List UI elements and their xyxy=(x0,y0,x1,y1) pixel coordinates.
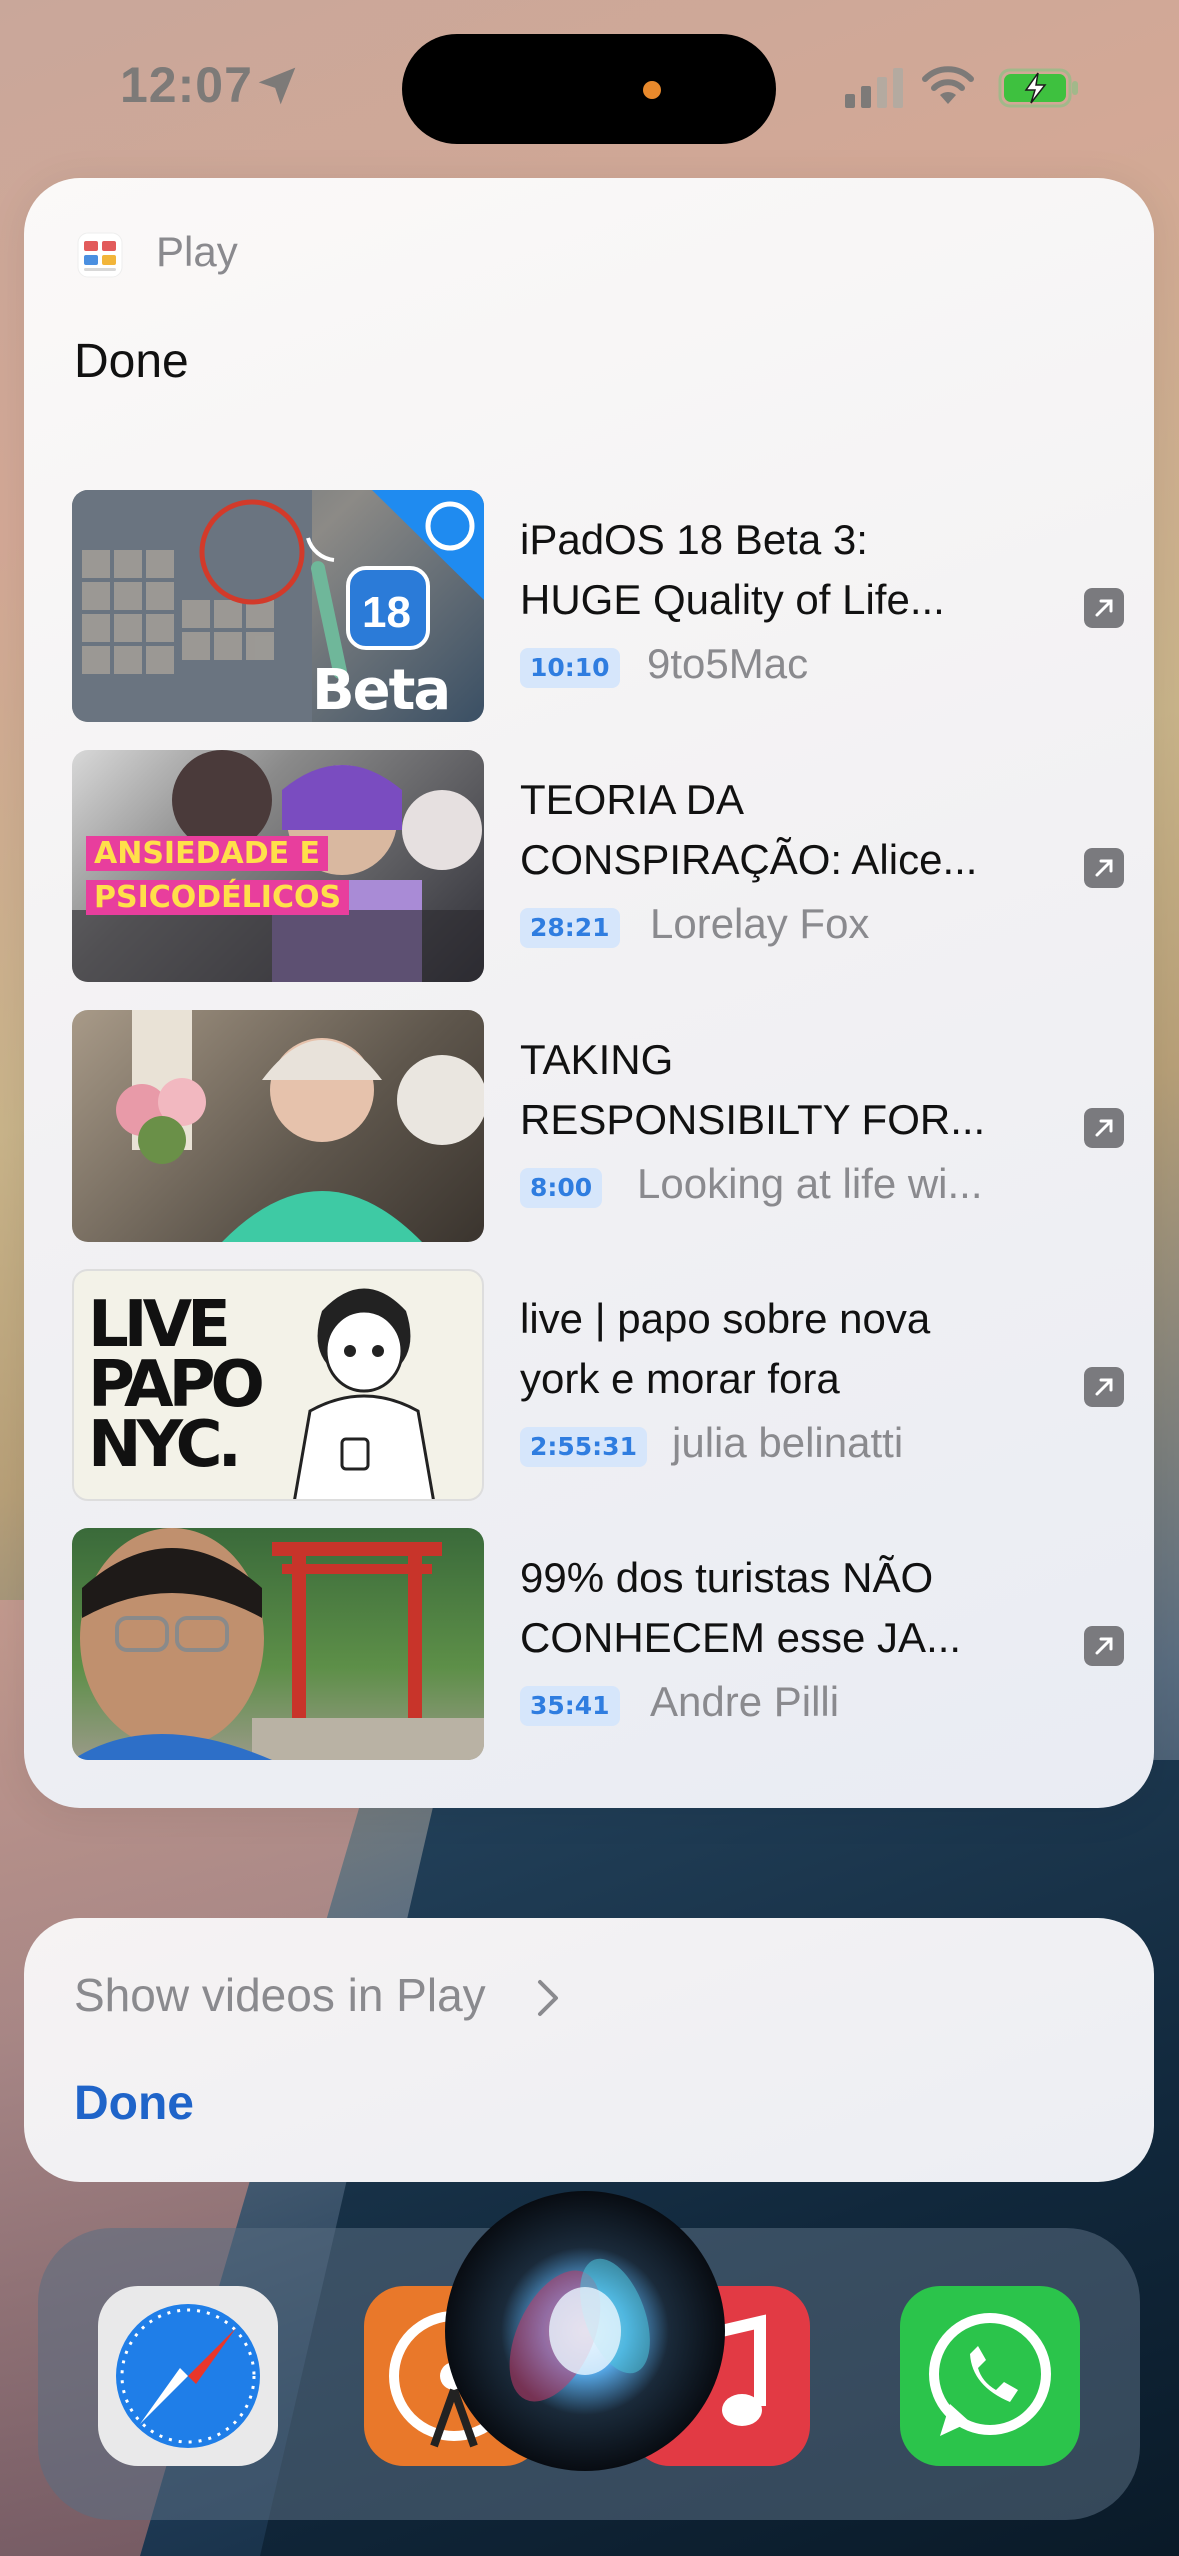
open-external-icon[interactable] xyxy=(1084,848,1124,888)
chevron-right-icon[interactable] xyxy=(534,1976,562,2020)
wifi-icon xyxy=(922,66,974,104)
channel-name: Looking at life wi... xyxy=(637,1160,983,1207)
privacy-indicator-dot xyxy=(643,81,661,99)
play-app-icon xyxy=(77,232,123,278)
duration-badge: 10:10 xyxy=(520,648,620,688)
battery-charging-icon xyxy=(998,68,1078,108)
video-title: live | papo sobre nova york e morar fora xyxy=(520,1295,931,1402)
channel-name: julia belinatti xyxy=(672,1419,904,1466)
channel-name: Andre Pilli xyxy=(650,1678,840,1725)
location-arrow-icon xyxy=(258,67,296,105)
video-thumbnail xyxy=(72,1528,484,1760)
done-button[interactable]: Done xyxy=(74,2076,194,2131)
open-external-icon[interactable] xyxy=(1084,1626,1124,1666)
video-title: iPadOS 18 Beta 3: HUGE Quality of Life..… xyxy=(520,516,945,623)
open-external-icon[interactable] xyxy=(1084,1367,1124,1407)
video-title: TAKING RESPONSIBILTY FOR... xyxy=(520,1036,986,1143)
duration-badge: 8:00 xyxy=(520,1168,603,1208)
thumb-badge: 18 xyxy=(362,588,411,637)
video-row[interactable]: TAKING RESPONSIBILTY FOR... 8:00 Looking… xyxy=(72,1010,1132,1242)
show-videos-link[interactable]: Show videos in Play xyxy=(74,1968,486,2022)
dynamic-island xyxy=(402,34,776,144)
open-external-icon[interactable] xyxy=(1084,1108,1124,1148)
app-name: Play xyxy=(156,228,238,275)
video-row[interactable]: ANSIEDADE E PSICODÉLICOS TEORIA DA CONSP… xyxy=(72,750,1132,982)
channel-name: 9to5Mac xyxy=(647,640,809,687)
safari-icon[interactable] xyxy=(98,2286,278,2466)
thumb-text: Beta 3! xyxy=(312,658,451,722)
video-thumbnail: LIVE PAPO NYC. xyxy=(72,1269,484,1501)
thumb-text: ANSIEDADE E xyxy=(86,836,329,871)
siri-action-card: Show videos in Play Done xyxy=(24,1918,1154,2182)
video-title: 99% dos turistas NÃO CONHECEM esse JA... xyxy=(520,1554,962,1661)
video-thumbnail: 18 Beta 3! xyxy=(72,490,484,722)
duration-badge: 2:55:31 xyxy=(520,1427,647,1467)
video-thumbnail: ANSIEDADE E PSICODÉLICOS xyxy=(72,750,484,982)
video-row[interactable]: LIVE PAPO NYC. live | papo sobre nova yo… xyxy=(72,1269,1132,1501)
duration-badge: 35:41 xyxy=(520,1686,620,1726)
video-thumbnail xyxy=(72,1010,484,1242)
cellular-signal-icon xyxy=(845,68,903,108)
status-time: 12:07 xyxy=(120,57,253,113)
open-external-icon[interactable] xyxy=(1084,588,1124,628)
video-title: TEORIA DA CONSPIRAÇÃO: Alice... xyxy=(520,776,978,883)
status-bar: 12:07 xyxy=(0,0,1179,170)
done-button[interactable]: Done xyxy=(74,334,189,389)
duration-badge: 28:21 xyxy=(520,908,620,948)
whatsapp-icon[interactable] xyxy=(900,2286,1080,2466)
video-row[interactable]: 99% dos turistas NÃO CONHECEM esse JA...… xyxy=(72,1528,1132,1760)
video-row[interactable]: 18 Beta 3! iPadOS 18 Beta 3: HUGE Qualit… xyxy=(72,490,1132,722)
play-results-card: Play Done 18 Beta iPadOS 18 Beta 3: HUGE… xyxy=(24,178,1154,1808)
siri-orb-icon[interactable] xyxy=(440,2186,730,2476)
thumb-text: PSICODÉLICOS xyxy=(86,880,350,915)
illustration xyxy=(293,1288,435,1499)
channel-name: Lorelay Fox xyxy=(650,900,870,947)
